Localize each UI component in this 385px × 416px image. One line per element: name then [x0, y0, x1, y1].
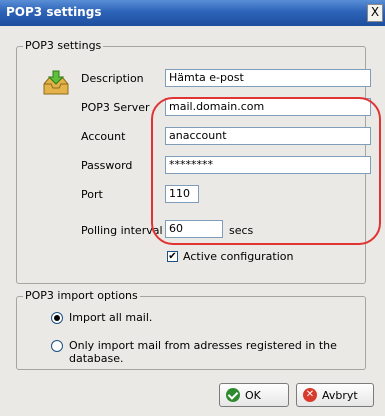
pop3-server-label: POP3 Server	[81, 101, 150, 114]
import-options-group-title: POP3 import options	[23, 289, 140, 302]
inbox-download-icon	[43, 70, 69, 95]
active-configuration-checkbox[interactable]: ✔	[167, 251, 178, 262]
import-registered-only-radio[interactable]	[51, 340, 63, 352]
pop3-import-options-group: POP3 import options Import all mail. Onl…	[16, 289, 366, 370]
cancel-button-label: Avbryt	[322, 388, 358, 402]
ok-button-label: OK	[245, 388, 261, 402]
description-field[interactable]: Hämta e-post	[165, 69, 371, 87]
import-registered-only-label: Only import mail from adresses registere…	[69, 339, 337, 365]
ok-button[interactable]: OK	[219, 383, 289, 407]
cancel-button[interactable]: ✕ Avbryt	[296, 383, 374, 407]
account-label: Account	[81, 130, 126, 143]
polling-interval-unit: secs	[229, 224, 254, 237]
port-label: Port	[81, 188, 103, 201]
checkmark-icon	[226, 388, 240, 402]
polling-interval-field[interactable]: 60	[165, 220, 223, 238]
import-all-mail-label: Import all mail.	[69, 311, 153, 324]
port-field[interactable]: 110	[165, 185, 199, 203]
active-configuration-label: Active configuration	[183, 250, 294, 263]
password-label: Password	[81, 159, 133, 172]
pop3-settings-group-title: POP3 settings	[23, 39, 104, 52]
account-field[interactable]: anaccount	[165, 127, 371, 145]
pop3-settings-group: POP3 settings Description Hämta e-post P…	[16, 39, 381, 284]
import-all-mail-radio[interactable]	[51, 312, 63, 324]
password-field[interactable]: ********	[165, 156, 371, 174]
window-title: POP3 settings	[6, 5, 102, 19]
title-bar: POP3 settings X	[0, 0, 385, 26]
cancel-icon: ✕	[303, 388, 317, 402]
pop3-server-field[interactable]: mail.domain.com	[165, 98, 371, 116]
polling-interval-label: Polling interval	[81, 224, 163, 237]
description-label: Description	[81, 72, 144, 85]
close-button[interactable]: X	[367, 4, 383, 22]
